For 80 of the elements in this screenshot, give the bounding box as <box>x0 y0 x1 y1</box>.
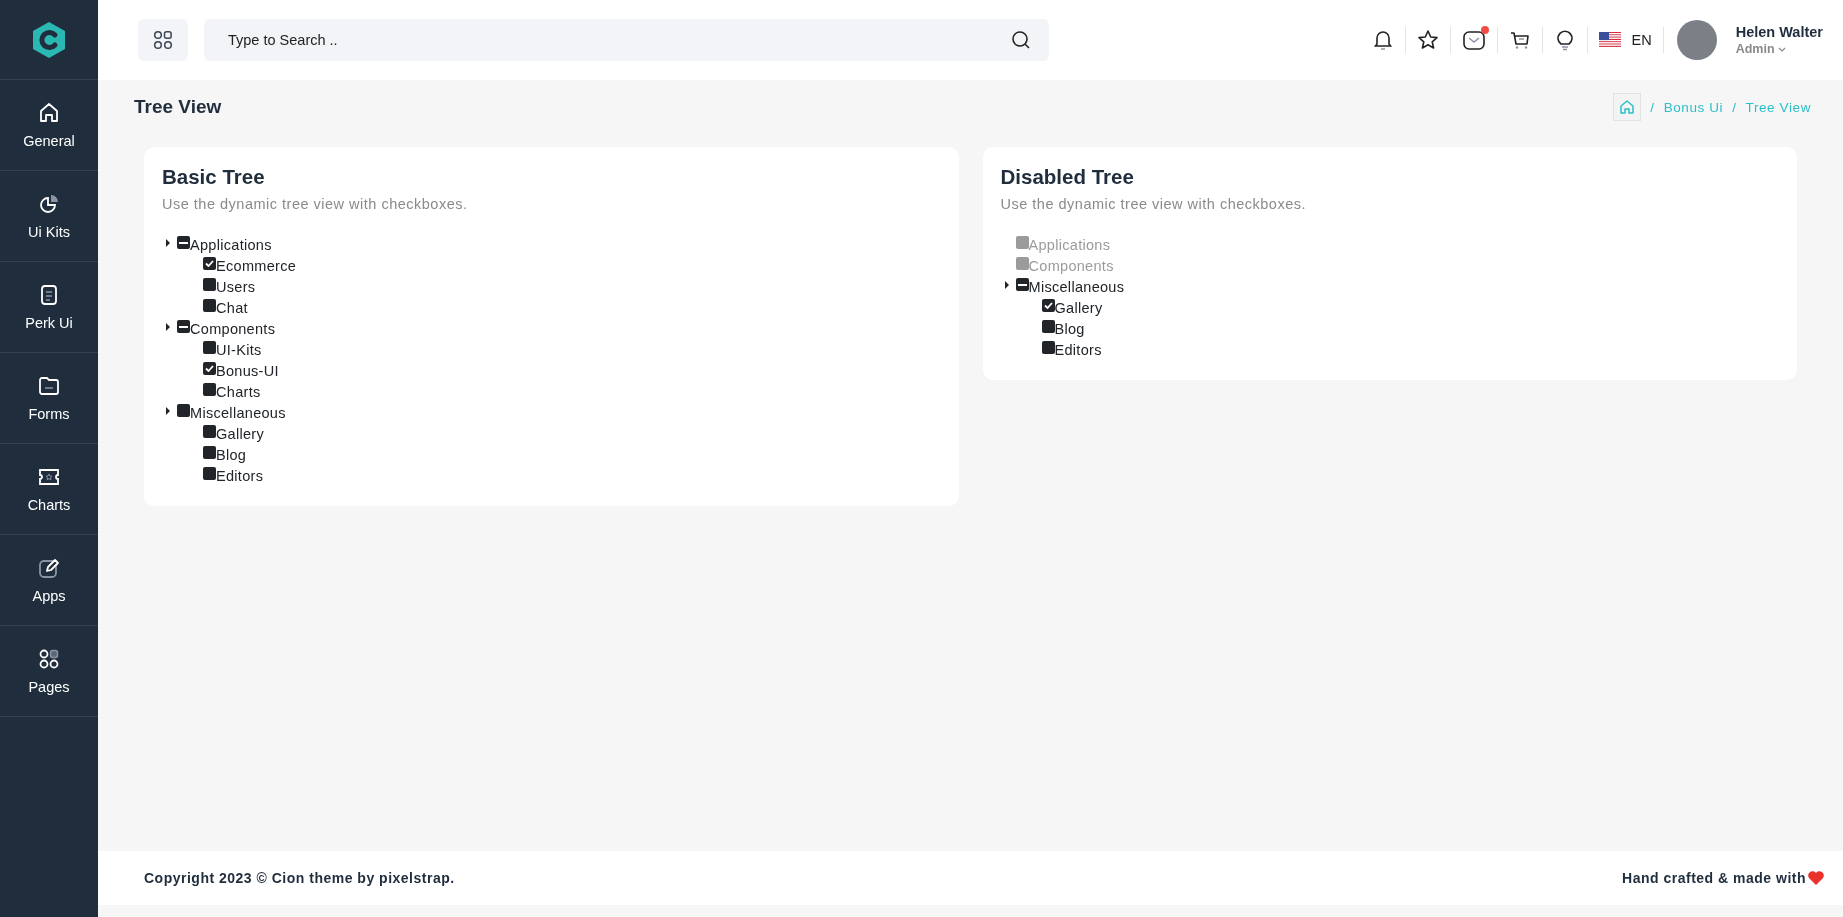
search-field[interactable]: Type to Search .. <box>204 19 1049 61</box>
avatar[interactable] <box>1676 20 1717 60</box>
sidebar-item[interactable]: Pages <box>0 626 98 717</box>
tree-item-label: Chat <box>216 299 248 316</box>
sidebar-item[interactable]: Ui Kits <box>0 171 98 262</box>
minus-icon <box>1017 283 1027 286</box>
credit-text: Hand crafted & made with <box>1622 870 1806 886</box>
checkbox[interactable] <box>177 236 190 249</box>
tree-item-label: Blog <box>216 446 247 463</box>
checkbox[interactable] <box>1015 278 1029 291</box>
mail-icon[interactable] <box>1461 29 1486 51</box>
caret-icon[interactable] <box>165 406 171 415</box>
card-subtitle: Use the dynamic tree view with checkboxes. <box>162 196 469 212</box>
folder-icon <box>37 374 61 398</box>
checkbox[interactable] <box>203 257 216 270</box>
flag-icon[interactable] <box>1598 32 1621 48</box>
heart-icon <box>1807 870 1825 886</box>
checkbox[interactable] <box>203 362 216 375</box>
caret-icon[interactable] <box>165 322 171 331</box>
search-icon[interactable] <box>1011 30 1031 50</box>
apps-menu-button[interactable] <box>138 19 188 61</box>
tree-item-label: Ecommerce <box>216 257 297 274</box>
checkbox[interactable] <box>1041 320 1055 333</box>
sidebar-item[interactable]: Forms <box>0 353 98 444</box>
grid-icon <box>153 30 173 50</box>
checkbox[interactable] <box>1041 341 1055 354</box>
checkbox[interactable] <box>203 278 216 291</box>
breadcrumb-separator: / <box>1732 99 1737 115</box>
tree-item-label: Components <box>1028 257 1114 274</box>
tree-item-label: Charts <box>216 383 261 400</box>
tree-item-label: Editors <box>216 467 264 484</box>
checkbox[interactable] <box>203 425 216 438</box>
star-icon[interactable] <box>1416 29 1439 51</box>
checkbox[interactable] <box>203 467 216 480</box>
bell-icon[interactable] <box>1371 29 1394 51</box>
checkbox[interactable] <box>177 320 190 333</box>
page-title: Tree View <box>134 96 222 118</box>
checkmark-icon <box>205 260 214 267</box>
checkmark-icon <box>205 365 214 372</box>
minus-icon <box>179 325 188 328</box>
checkbox[interactable] <box>1041 299 1055 312</box>
checkbox[interactable] <box>177 404 190 417</box>
breadcrumb-separator: / <box>1650 99 1655 115</box>
tree-item-label: UI-Kits <box>216 341 262 358</box>
sidebar-item[interactable]: Perk Ui <box>0 262 98 353</box>
checkbox[interactable] <box>203 299 216 312</box>
caret-icon[interactable] <box>1003 280 1010 289</box>
pie-chart-icon <box>37 192 61 216</box>
minus-icon <box>179 241 188 244</box>
cart-icon[interactable] <box>1508 29 1531 51</box>
card-title: Disabled Tree <box>1000 165 1135 189</box>
tree-item-label: Miscellaneous <box>1028 278 1125 295</box>
card-subtitle: Use the dynamic tree view with checkboxes. <box>1000 196 1307 212</box>
sidebar-item[interactable]: General <box>0 80 98 171</box>
home-icon <box>37 101 61 125</box>
checkmark-icon <box>1043 302 1053 309</box>
sidebar-item[interactable]: Charts <box>0 444 98 535</box>
tree-item-label: Blog <box>1054 320 1085 337</box>
sidebar-item[interactable]: Apps <box>0 535 98 626</box>
tree-item-label: Applications <box>190 236 272 253</box>
checkbox[interactable] <box>203 341 216 354</box>
tree-item-label: Gallery <box>1054 299 1103 316</box>
tree-item-label: Bonus-UI <box>216 362 279 379</box>
tree-item-label: Miscellaneous <box>190 404 286 421</box>
checkbox[interactable] <box>203 446 216 459</box>
tree-item-label: Applications <box>1028 236 1111 253</box>
home-icon <box>1619 99 1636 115</box>
tree-item-label: Gallery <box>216 425 265 442</box>
tree-item-label: Users <box>216 278 256 295</box>
tree-item-label: Components <box>190 320 276 337</box>
pencil-icon <box>37 556 61 580</box>
copyright-text: Copyright 2023 © Cion theme by pixelstrap. <box>144 870 455 886</box>
caret-icon[interactable] <box>165 238 171 247</box>
language-label[interactable]: EN <box>1631 32 1652 48</box>
grid-icon <box>37 647 61 671</box>
user-name: Helen Walter <box>1735 24 1823 40</box>
checkbox[interactable] <box>203 383 216 396</box>
card-title: Basic Tree <box>162 165 266 189</box>
tree-item-label: Editors <box>1054 341 1102 358</box>
chevron-down-icon[interactable] <box>1777 46 1786 52</box>
